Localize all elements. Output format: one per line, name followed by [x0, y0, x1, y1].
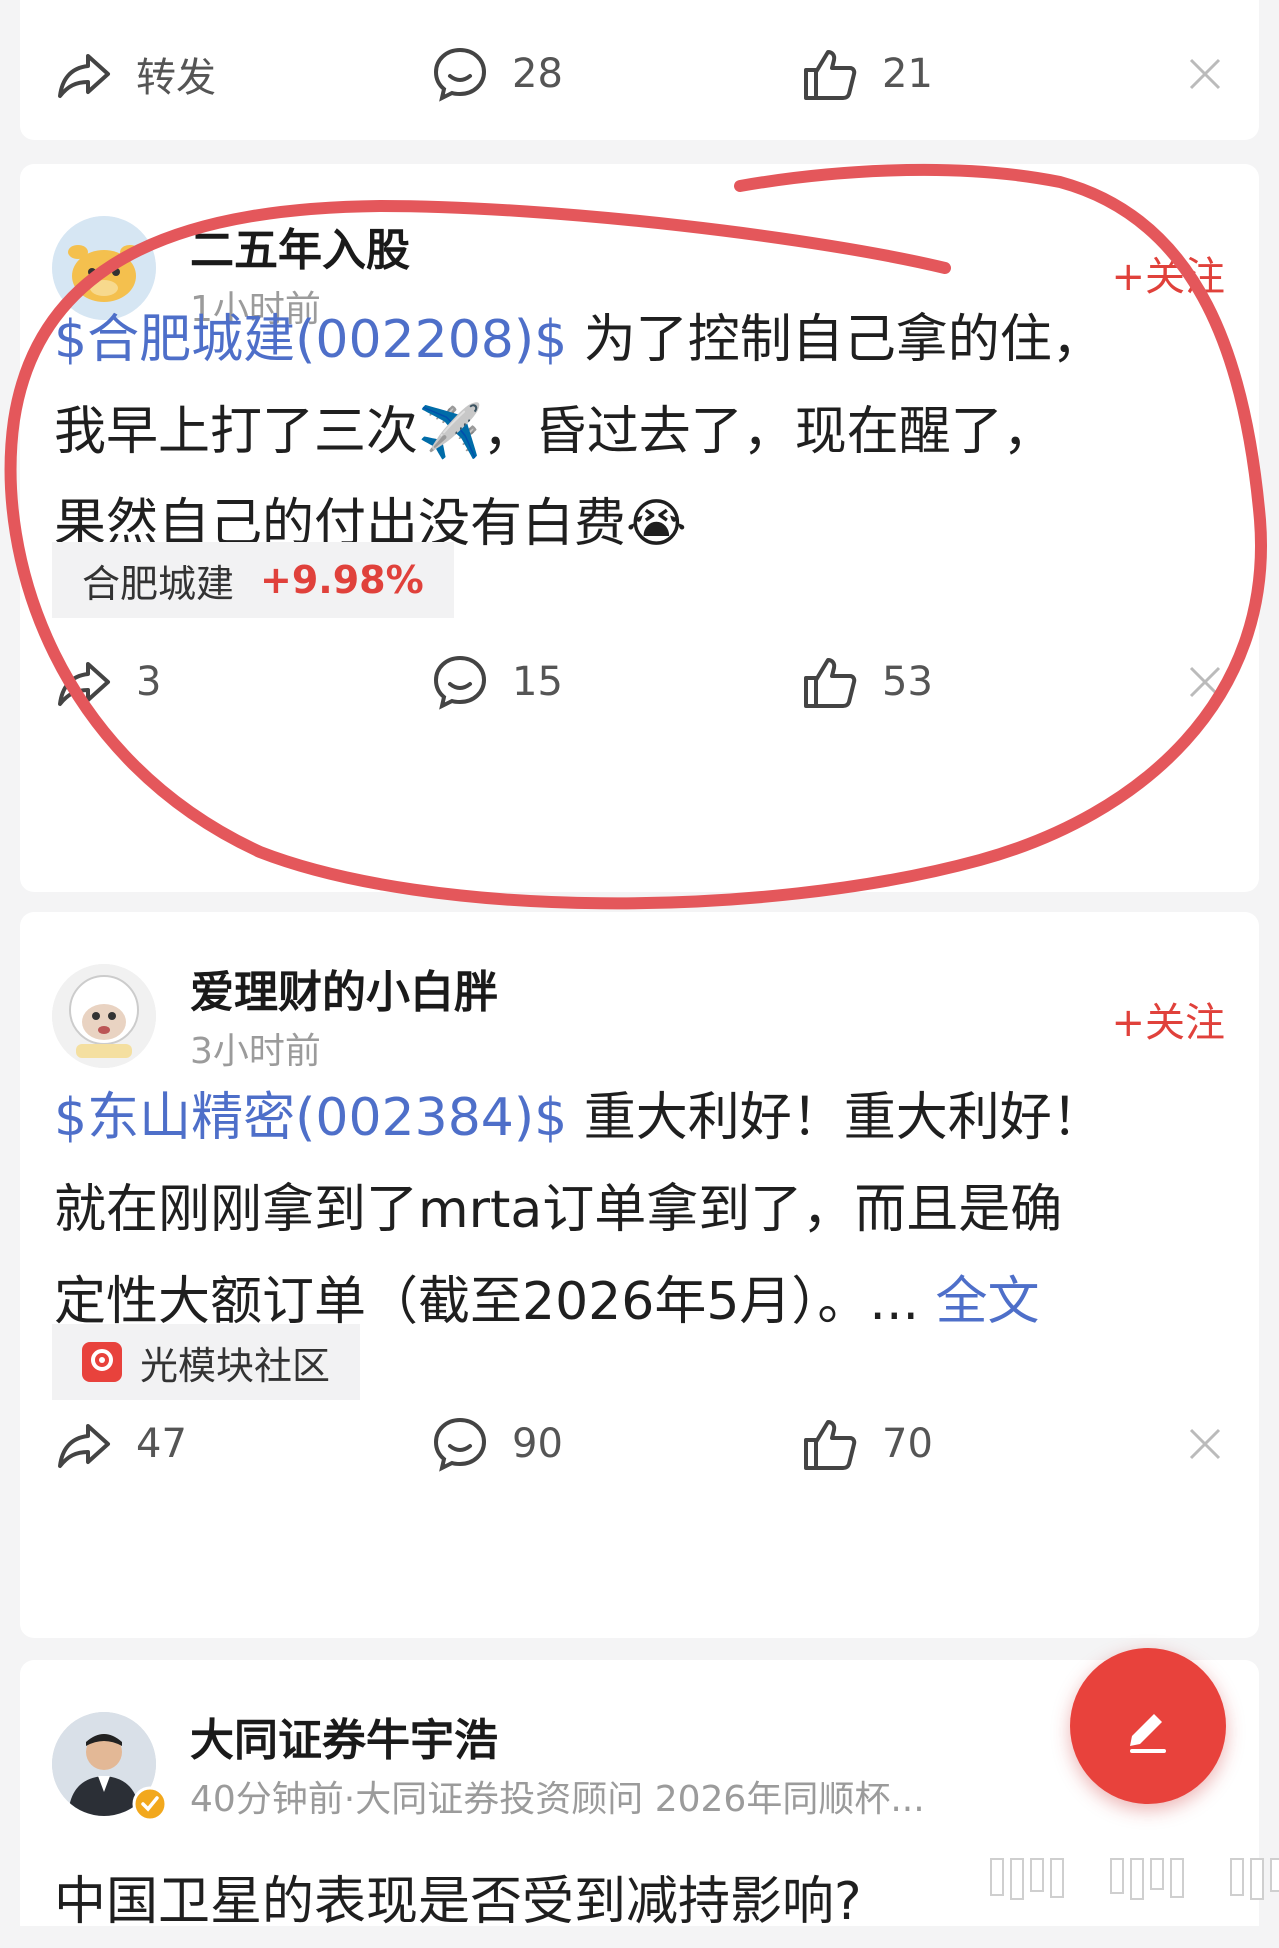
- close-icon[interactable]: [1185, 54, 1225, 94]
- watermark: [990, 1858, 1279, 1900]
- community-name: 光模块社区: [140, 1343, 331, 1388]
- like-icon: [804, 1420, 857, 1470]
- like-icon: [804, 658, 857, 708]
- username[interactable]: 二五年入股: [190, 214, 410, 278]
- stock-tag[interactable]: 合肥城建 +9.98%: [52, 542, 454, 618]
- post-line-2: 就在刚刚拿到了mrta订单拿到了，而且是确: [54, 1180, 1063, 1240]
- comment-count: 28: [512, 51, 563, 97]
- like-count: 70: [882, 1421, 933, 1467]
- share-icon: [58, 662, 110, 706]
- comment-button[interactable]: 90: [430, 1404, 563, 1484]
- like-button[interactable]: 53: [800, 642, 933, 722]
- comment-count: 15: [512, 659, 563, 705]
- post-line-1: $东山精密(002384)$ 重大利好！重大利好！: [54, 1088, 1104, 1148]
- like-count: 21: [882, 51, 933, 97]
- action-row: 47 90 70: [20, 1404, 1259, 1484]
- stock-tag-name: 合肥城建: [82, 561, 235, 606]
- close-icon[interactable]: [1185, 662, 1225, 702]
- compose-button[interactable]: [1070, 1648, 1226, 1804]
- comment-icon: [433, 655, 487, 710]
- post-meta: 40分钟前·大同证券投资顾问 2026年同顺杯...: [190, 1779, 925, 1820]
- share-count: 47: [136, 1421, 187, 1467]
- action-row: 转发 28 21: [20, 34, 1259, 114]
- username[interactable]: 爱理财的小白胖: [190, 956, 498, 1020]
- community-tag[interactable]: 光模块社区: [52, 1324, 361, 1400]
- share-icon: [58, 1424, 110, 1468]
- comment-icon: [433, 1417, 487, 1472]
- stock-tag-change: +9.98%: [260, 558, 424, 602]
- post-card: 二五年入股 1小时前 +关注 $合肥城建(002208)$ 为了控制自己拿的住，…: [20, 164, 1259, 892]
- like-count: 53: [882, 659, 933, 705]
- sheep-avatar-icon: [52, 964, 156, 1068]
- verified-icon: [132, 1786, 168, 1822]
- avatar[interactable]: [52, 964, 156, 1068]
- follow-button[interactable]: +关注: [1111, 990, 1225, 1048]
- location-icon: [82, 1342, 122, 1382]
- post-card: 爱理财的小白胖 3小时前 +关注 $东山精密(002384)$ 重大利好！重大利…: [20, 912, 1259, 1638]
- post-line-2: 我早上打了三次✈️，昏过去了，现在醒了，: [54, 402, 1055, 462]
- post-line-1: $合肥城建(002208)$ 为了控制自己拿的住，: [54, 310, 1104, 370]
- read-more-link[interactable]: 全文: [936, 1272, 1040, 1332]
- username[interactable]: 大同证券牛宇浩: [190, 1704, 498, 1768]
- post-time: 3小时前: [190, 1031, 321, 1072]
- like-icon: [804, 50, 857, 100]
- post-text: $东山精密(002384)$ 重大利好！重大利好！ 就在刚刚拿到了mrta订单拿…: [54, 1072, 1199, 1348]
- share-label: 转发: [136, 55, 216, 101]
- close-icon[interactable]: [1185, 1424, 1225, 1464]
- share-button[interactable]: 转发: [54, 34, 216, 114]
- stock-link[interactable]: $东山精密(002384)$: [54, 1088, 567, 1148]
- share-button[interactable]: 3: [54, 642, 161, 722]
- share-count: 3: [136, 659, 162, 705]
- share-icon: [58, 54, 110, 98]
- edit-icon: [1130, 1714, 1166, 1753]
- previous-post-card: 转发 28 21: [20, 0, 1259, 140]
- share-button[interactable]: 47: [54, 1404, 187, 1484]
- like-button[interactable]: 21: [800, 34, 933, 114]
- like-button[interactable]: 70: [800, 1404, 933, 1484]
- comment-button[interactable]: 28: [430, 34, 563, 114]
- post-text: $合肥城建(002208)$ 为了控制自己拿的住， 我早上打了三次✈️，昏过去了…: [54, 294, 1199, 570]
- comment-icon: [433, 47, 487, 102]
- comment-count: 90: [512, 1421, 563, 1467]
- action-row: 3 15 53: [20, 642, 1259, 722]
- comment-button[interactable]: 15: [430, 642, 563, 722]
- stock-link[interactable]: $合肥城建(002208)$: [54, 310, 567, 370]
